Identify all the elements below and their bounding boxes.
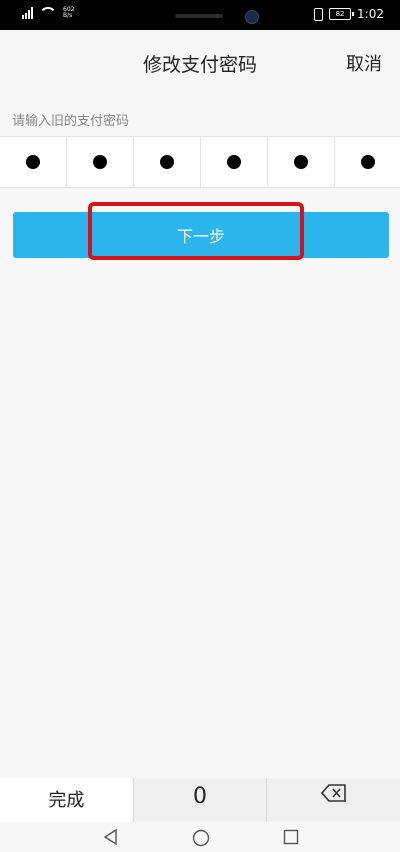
status-right: 82 1:02	[314, 7, 384, 21]
cancel-button[interactable]: 取消	[346, 50, 382, 76]
battery-level: 82	[335, 10, 345, 18]
password-input[interactable]	[0, 136, 400, 188]
password-digit-cell	[201, 137, 268, 187]
home-circle-icon[interactable]	[192, 829, 210, 847]
password-dot	[360, 155, 375, 169]
status-left: 602 B/s	[22, 7, 74, 19]
keyboard-backspace-key[interactable]	[267, 778, 400, 822]
password-dot	[26, 155, 40, 169]
front-camera	[245, 10, 259, 24]
signal-icon	[22, 7, 33, 19]
keyboard-zero-label: 0	[193, 784, 207, 809]
backspace-icon	[320, 784, 346, 802]
keyboard-zero-key[interactable]: 0	[134, 778, 268, 822]
network-speed-unit: B/s	[63, 12, 73, 19]
password-digit-cell	[268, 137, 335, 187]
password-dot	[227, 155, 241, 169]
highlight-annotation-box	[88, 202, 304, 260]
password-digit-cell	[335, 137, 400, 187]
password-dot	[160, 155, 174, 169]
system-nav-bar	[0, 822, 400, 852]
keyboard-done-key[interactable]: 完成	[0, 778, 134, 822]
password-digit-cell	[0, 137, 67, 187]
keyboard-done-label: 完成	[48, 790, 85, 811]
battery-icon: 82	[329, 8, 355, 20]
vibrate-icon	[314, 7, 324, 21]
status-bar: 602 B/s 82 1:02	[0, 0, 400, 38]
wifi-icon	[39, 7, 57, 19]
password-digit-cell	[67, 137, 134, 187]
recent-square-icon[interactable]	[283, 829, 299, 845]
speaker-grille	[175, 14, 223, 18]
password-dot	[294, 155, 308, 169]
back-triangle-icon[interactable]	[103, 829, 119, 845]
clock: 1:02	[357, 7, 384, 21]
page-title: 修改支付密码	[142, 54, 257, 76]
password-digit-cell	[134, 137, 201, 187]
password-hint: 请输入旧的支付密码	[12, 114, 130, 129]
password-dot	[93, 155, 107, 169]
numeric-keyboard: 完成 0	[0, 778, 400, 822]
network-speed: 602 B/s	[63, 7, 74, 19]
page-header: 修改支付密码 取消	[0, 30, 400, 94]
